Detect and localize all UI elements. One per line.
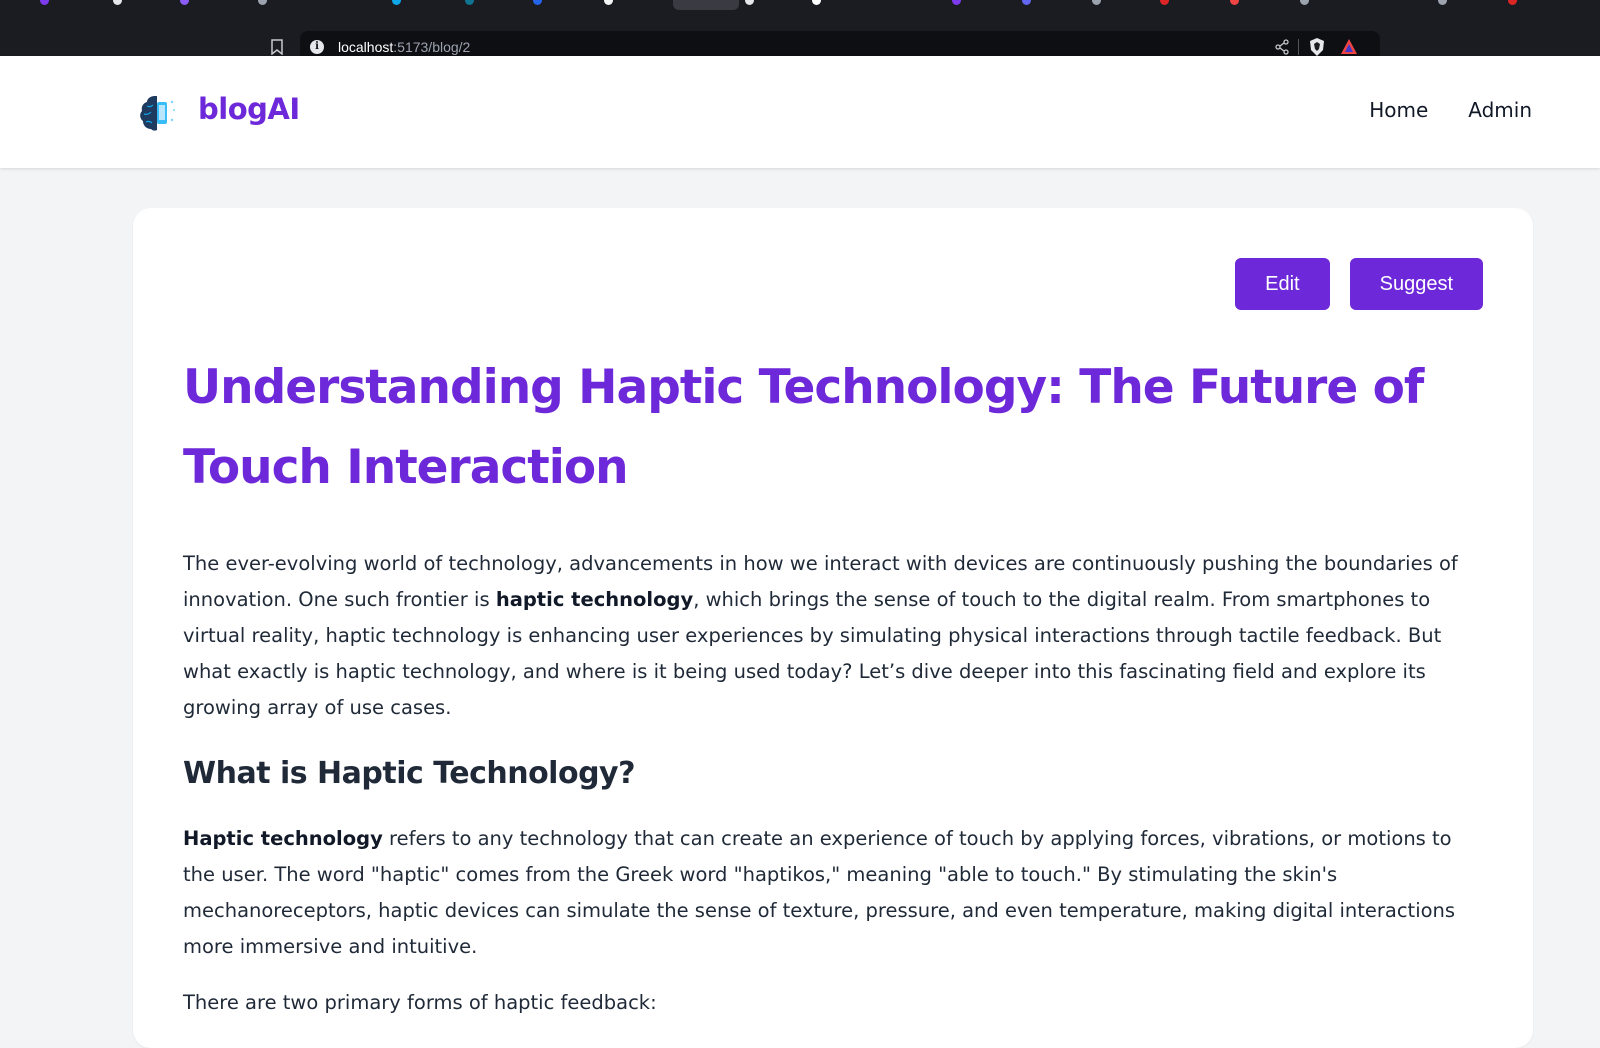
url-path: :5173/blog/2: [393, 39, 471, 55]
tab-favicon[interactable]: [465, 0, 474, 5]
tab-favicon[interactable]: [952, 0, 961, 5]
brain-logo-icon[interactable]: [137, 92, 179, 134]
tab-favicon[interactable]: [1230, 0, 1239, 5]
tab-favicon[interactable]: [1508, 0, 1517, 5]
definition-bold-term: Haptic technology: [183, 827, 383, 850]
share-icon[interactable]: [1274, 39, 1290, 55]
definition-paragraph: Haptic technology refers to any technolo…: [183, 821, 1473, 965]
article-body: Understanding Haptic Technology: The Fut…: [183, 348, 1473, 1041]
intro-bold-term: haptic technology: [495, 588, 694, 611]
tab-favicon[interactable]: [113, 0, 122, 5]
tab-favicon[interactable]: [1160, 0, 1169, 5]
nav-admin[interactable]: Admin: [1468, 98, 1532, 122]
omnibox-divider: [1298, 39, 1299, 55]
tab-favicon[interactable]: [1438, 0, 1447, 5]
brave-rewards-icon[interactable]: [1340, 38, 1358, 56]
site-header: blogAI Home Admin: [0, 56, 1600, 168]
active-tab[interactable]: [673, 0, 739, 10]
edit-button[interactable]: Edit: [1235, 258, 1330, 310]
bookmark-icon[interactable]: [270, 39, 284, 55]
article-card: Edit Suggest Understanding Haptic Techno…: [133, 208, 1533, 1048]
brave-shields-icon[interactable]: [1308, 37, 1326, 57]
article-title: Understanding Haptic Technology: The Fut…: [183, 360, 1424, 495]
article-actions: Edit Suggest: [1235, 258, 1483, 310]
tab-favicon[interactable]: [812, 0, 821, 5]
tab-favicon[interactable]: [40, 0, 49, 5]
browser-toolbar: i localhost:5173/blog/2: [0, 12, 1600, 63]
tab-favicon[interactable]: [258, 0, 267, 5]
tab-favicon[interactable]: [1022, 0, 1031, 5]
section-heading: What is Haptic Technology?: [183, 756, 636, 791]
tab-favicon[interactable]: [745, 0, 754, 5]
browser-tab-strip: [0, 0, 1600, 12]
intro-paragraph: The ever-evolving world of technology, a…: [183, 546, 1473, 726]
brand-name[interactable]: blogAI: [198, 92, 300, 126]
url-text[interactable]: localhost:5173/blog/2: [338, 39, 470, 55]
tab-favicon[interactable]: [1092, 0, 1101, 5]
tab-favicon[interactable]: [604, 0, 613, 5]
nav-home[interactable]: Home: [1369, 98, 1428, 122]
main-nav: Home Admin: [1369, 98, 1532, 122]
tab-favicon[interactable]: [180, 0, 189, 5]
site-info-icon[interactable]: i: [310, 40, 324, 54]
url-host: localhost: [338, 39, 394, 55]
tab-favicon[interactable]: [533, 0, 542, 5]
suggest-button[interactable]: Suggest: [1349, 258, 1483, 310]
tab-favicon[interactable]: [1300, 0, 1309, 5]
tab-favicon[interactable]: [392, 0, 401, 5]
forms-intro-paragraph: There are two primary forms of haptic fe…: [183, 991, 657, 1014]
